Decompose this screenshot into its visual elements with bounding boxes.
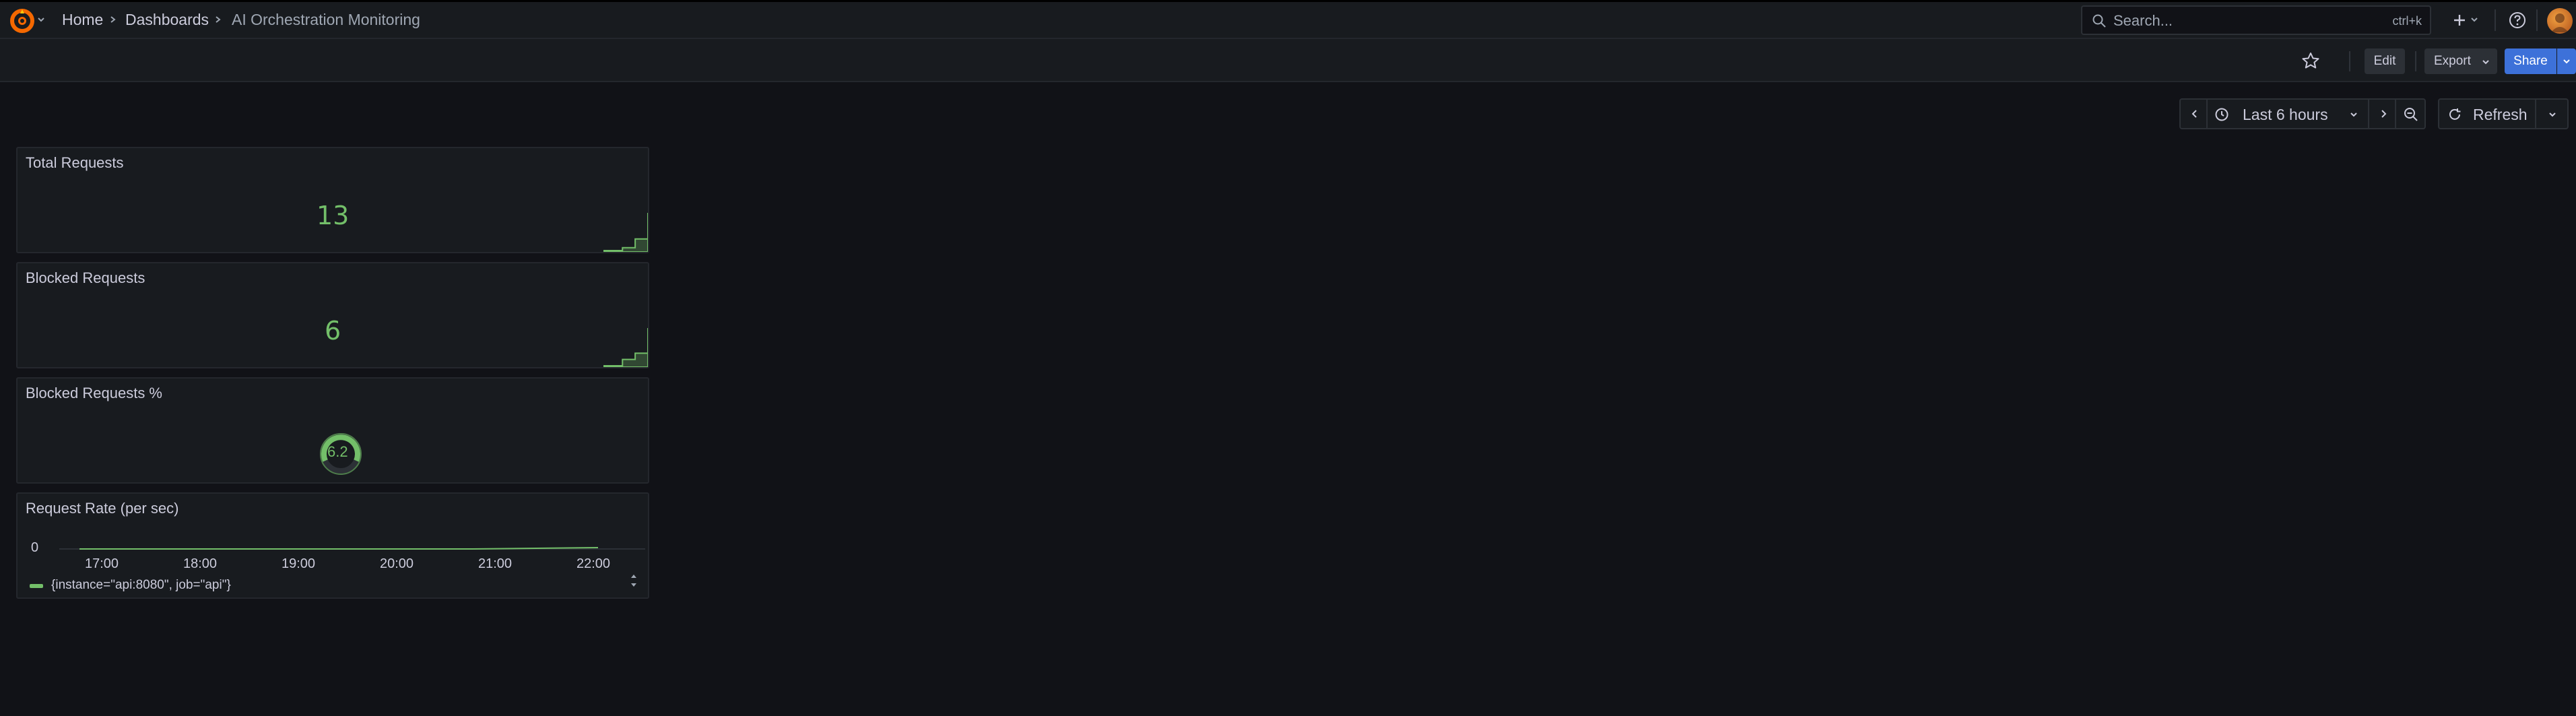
legend-item[interactable]: {instance="api:8080", job="api"} — [51, 577, 231, 593]
breadcrumb-home[interactable]: Home — [62, 9, 103, 30]
search-placeholder: Search... — [2113, 12, 2173, 29]
y-axis-tick: 0 — [31, 540, 39, 555]
divider — [2536, 9, 2538, 31]
divider — [2415, 51, 2416, 71]
edit-button[interactable]: Edit — [2365, 48, 2405, 74]
series-line — [79, 547, 599, 550]
panel-total-requests[interactable]: Total Requests 13 — [16, 147, 649, 253]
share-button[interactable]: Share — [2505, 48, 2556, 74]
user-avatar[interactable] — [2547, 8, 2573, 34]
refresh-icon — [2449, 108, 2461, 120]
x-axis-tick: 17:00 — [85, 556, 119, 571]
sparkline — [603, 213, 648, 252]
panel-blocked-requests[interactable]: Blocked Requests 6 — [16, 262, 649, 368]
dashboard-toolbar — [0, 39, 2576, 82]
x-axis-tick: 21:00 — [478, 556, 513, 571]
refresh-button[interactable]: Refresh — [2438, 98, 2536, 129]
x-axis-tick: 18:00 — [183, 556, 218, 571]
timeseries-plot — [59, 547, 645, 550]
time-range-label: Last 6 hours — [2243, 106, 2328, 123]
panel-title: Total Requests — [26, 154, 124, 171]
scroll-arrows-icon — [631, 575, 636, 587]
stat-value: 13 — [317, 201, 350, 230]
panel-request-rate[interactable]: Request Rate (per sec) 0 17:00 18:00 19:… — [16, 492, 649, 599]
breadcrumb-dashboards[interactable]: Dashboards — [125, 9, 209, 30]
legend-scroll-control[interactable] — [628, 571, 640, 591]
divider — [2349, 51, 2350, 71]
new-button[interactable] — [2451, 9, 2485, 31]
clock-icon — [2215, 108, 2228, 121]
zoom-out-icon — [2404, 108, 2418, 121]
zoom-out-button[interactable] — [2395, 98, 2426, 129]
panel-title: Blocked Requests — [26, 269, 145, 286]
time-shift-back-button[interactable] — [2179, 98, 2208, 129]
chevron-down-icon — [2350, 112, 2357, 117]
chevron-right-icon — [2381, 110, 2387, 118]
sparkline — [603, 328, 648, 367]
help-icon[interactable] — [2507, 9, 2528, 31]
refresh-interval-picker[interactable] — [2535, 98, 2569, 129]
x-axis-tick: 19:00 — [282, 556, 316, 571]
time-shift-forward-button[interactable] — [2368, 98, 2396, 129]
share-options-button[interactable] — [2557, 48, 2576, 74]
x-axis-tick: 20:00 — [380, 556, 414, 571]
panel-title: Blocked Requests % — [26, 385, 162, 401]
chevron-down-icon[interactable] — [36, 15, 46, 24]
chevron-right-icon — [213, 11, 224, 28]
sparkline-area — [603, 328, 648, 367]
chevron-right-icon — [108, 11, 119, 28]
export-button[interactable]: Export — [2424, 48, 2497, 74]
divider — [2495, 9, 2496, 31]
time-range-picker[interactable]: Last 6 hours — [2206, 98, 2369, 129]
search-shortcut-hint: ctrl+k — [2392, 14, 2422, 28]
breadcrumb-current-dashboard: AI Orchestration Monitoring — [232, 11, 420, 28]
export-label: Export — [2434, 54, 2471, 68]
refresh-label: Refresh — [2473, 106, 2528, 123]
star-icon[interactable] — [2299, 50, 2322, 73]
panel-blocked-requests-pct[interactable]: Blocked Requests % 6.2 — [16, 377, 649, 484]
sparkline-area — [603, 213, 648, 252]
panel-title: Request Rate (per sec) — [26, 500, 179, 517]
chevron-down-icon — [2549, 112, 2556, 117]
search-icon — [2092, 13, 2107, 28]
search-input[interactable]: Search... ctrl+k — [2081, 5, 2431, 35]
legend-swatch — [30, 584, 43, 588]
chevron-down-icon — [2563, 59, 2570, 64]
grafana-logo-icon[interactable] — [9, 8, 35, 34]
chevron-left-icon — [2191, 110, 2197, 118]
gauge-value: 6.2 — [327, 443, 348, 460]
chevron-down-icon — [2482, 60, 2489, 65]
x-axis-tick: 22:00 — [576, 556, 611, 571]
stat-value: 6 — [325, 316, 341, 346]
